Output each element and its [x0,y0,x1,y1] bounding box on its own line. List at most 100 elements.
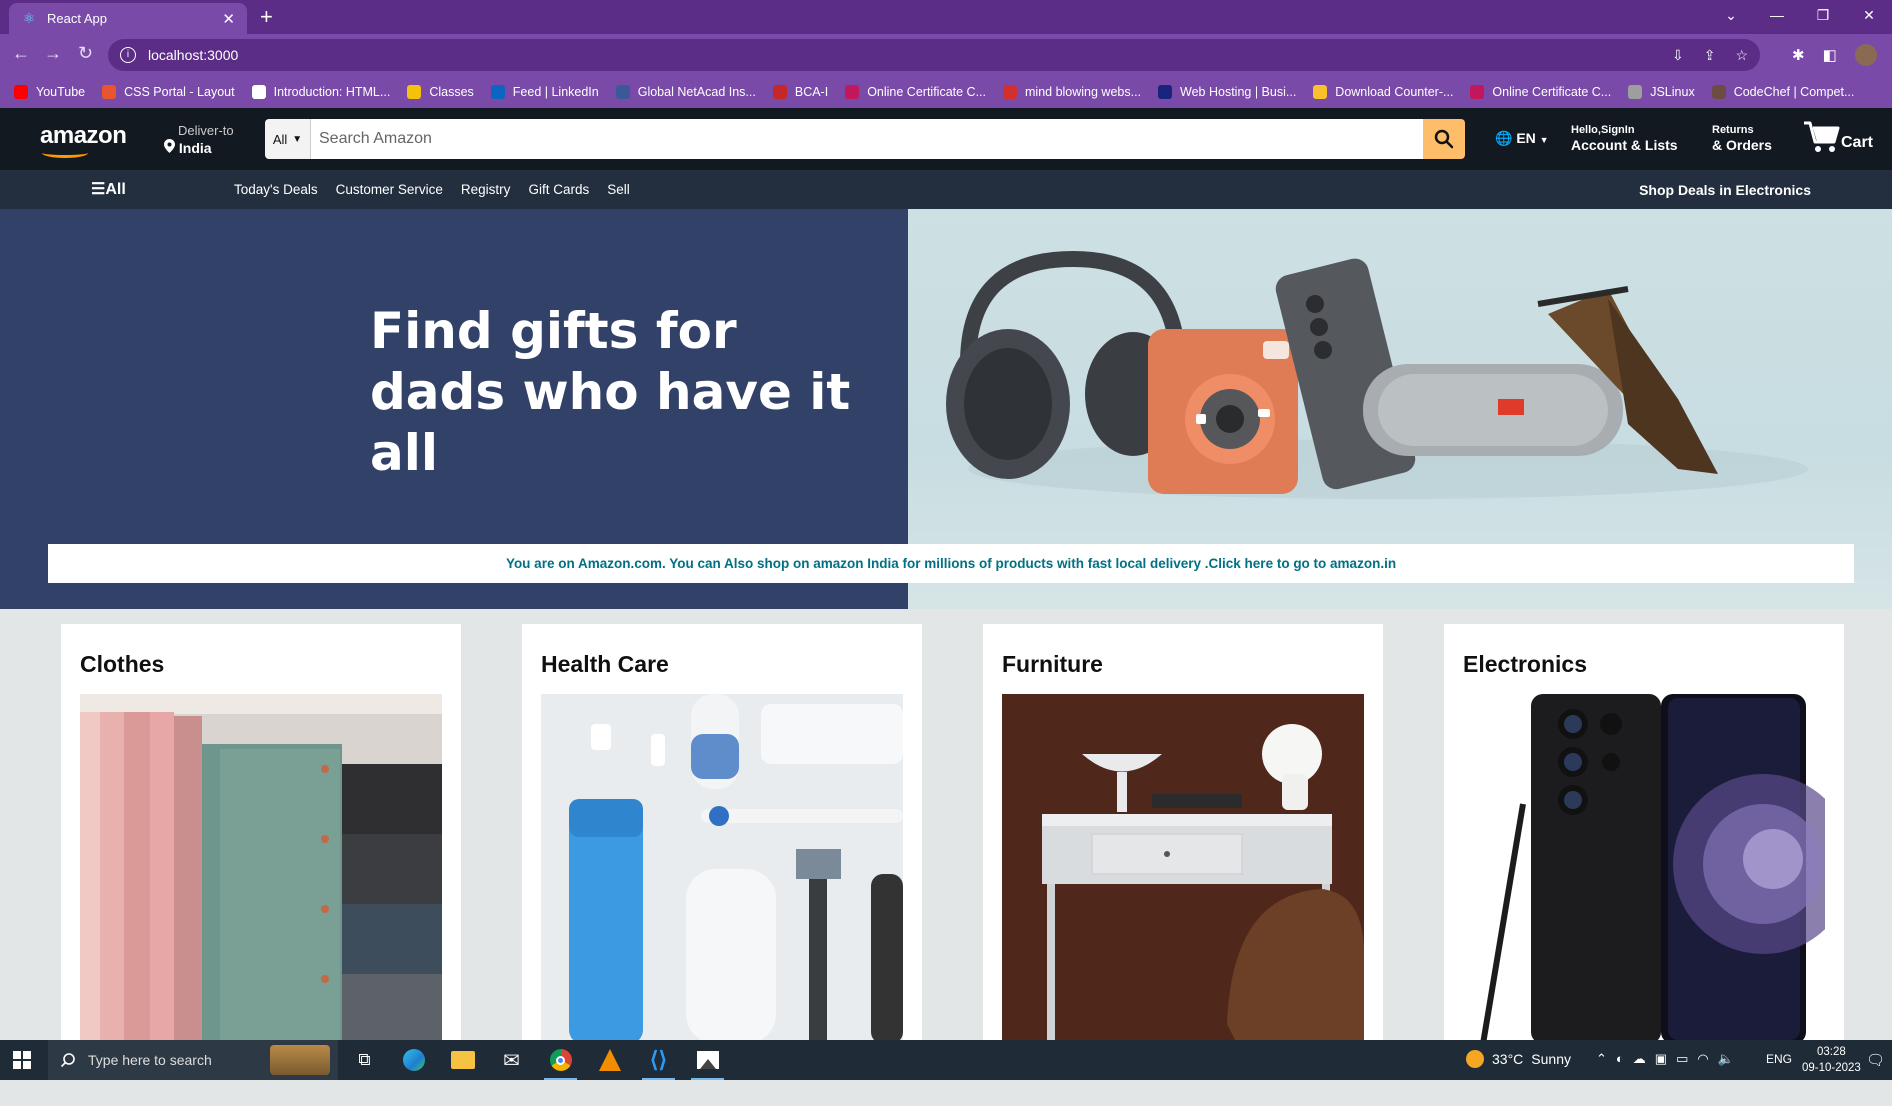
bookmark-favicon-icon [1470,85,1485,99]
volume-icon[interactable]: 🔈 [1718,1051,1734,1067]
category-card-health-care[interactable]: Health Care [522,624,922,1044]
subnav-link[interactable]: Gift Cards [528,182,589,197]
bookmark-item[interactable]: BCA-I [772,85,828,99]
wifi-icon[interactable]: ◠ [1697,1051,1708,1067]
windows-start-button[interactable] [13,1051,31,1074]
site-info-icon[interactable]: i [120,47,136,63]
vlc-icon[interactable] [585,1040,634,1080]
category-card-electronics[interactable]: Electronics [1444,624,1844,1044]
forward-icon[interactable]: → [44,43,62,64]
tray-onedrive-icon[interactable]: ☁ [1633,1051,1646,1067]
battery-icon[interactable]: ▭ [1676,1051,1688,1067]
shop-deals-link[interactable]: Shop Deals in Electronics [1639,182,1811,198]
task-view-icon[interactable]: ⧉ [340,1040,389,1080]
furniture-image [1002,694,1364,1044]
returns-and-orders[interactable]: Returns & Orders [1712,123,1772,153]
taskbar-search-field[interactable]: Type here to search [48,1040,338,1080]
bookmark-item[interactable]: YouTube [14,85,85,99]
deliver-country: India [178,140,212,156]
restore-button[interactable]: ❐ [1800,0,1846,34]
profile-avatar[interactable] [1854,44,1877,66]
sun-icon [1466,1050,1484,1068]
bookmark-item[interactable]: CodeChef | Compet... [1711,85,1854,99]
search-category-select[interactable]: All ▼ [265,119,311,159]
hero-banner[interactable]: Find gifts for dads who have it all You … [0,209,1892,609]
photos-icon[interactable] [683,1040,732,1080]
weather-widget[interactable]: 33°C Sunny [1466,1050,1571,1068]
tray-display-icon[interactable]: ▣ [1655,1051,1667,1067]
subnav-link[interactable]: Sell [607,182,630,197]
file-explorer-icon[interactable] [438,1040,487,1080]
bookmark-item[interactable]: Download Counter-... [1313,85,1453,99]
bookmark-item[interactable]: Online Certificate C... [845,85,986,99]
bookmark-item[interactable]: CSS Portal - Layout [102,85,235,99]
bookmark-star-icon[interactable]: ☆ [1735,47,1748,64]
vscode-icon[interactable]: ⟨⟩ [634,1040,683,1080]
bookmark-item[interactable]: Global NetAcad Ins... [615,85,756,99]
account-and-lists[interactable]: Hello,SignIn Account & Lists [1571,123,1678,153]
reload-icon[interactable]: ↻ [78,43,93,64]
edge-browser-icon[interactable] [389,1040,438,1080]
cart-label: Cart [1841,134,1874,151]
back-icon[interactable]: ← [12,43,30,64]
subnav-link[interactable]: Customer Service [336,182,443,197]
minimize-button[interactable]: — [1754,0,1800,34]
weather-condition: Sunny [1531,1051,1571,1067]
language-selector[interactable]: 🌐 EN ▼ [1495,130,1549,147]
close-window-button[interactable]: ✕ [1846,0,1892,34]
returns-label: Returns [1712,124,1754,136]
deliver-label: Deliver-to [178,123,234,138]
bookmark-label: Online Certificate C... [867,85,986,99]
amazon-logo[interactable]: amazon [40,122,127,150]
chevron-down-icon: ▼ [292,133,303,145]
subnav-link[interactable]: Registry [461,182,511,197]
tray-chevron-up-icon[interactable]: ⌃ [1596,1051,1607,1067]
install-icon[interactable]: ⇩ [1672,47,1684,64]
tab-search-icon[interactable]: ⌄ [1708,0,1754,34]
jbl-speaker-image [1363,364,1623,456]
screen: ⚛ React App ✕ + ⌄ — ❐ ✕ ← → ↻ i localhos… [0,0,1892,1106]
share-icon[interactable]: ⇪ [1704,47,1716,64]
new-tab-button[interactable]: + [260,4,273,30]
bookmark-favicon-icon [1313,85,1328,99]
search-input[interactable] [311,119,1423,159]
amazon-india-notice[interactable]: You are on Amazon.com. You can Also shop… [48,544,1854,583]
extensions-puzzle-icon[interactable]: ✱ [1792,46,1805,64]
browser-tab[interactable]: ⚛ React App ✕ [9,3,247,34]
bookmark-item[interactable]: Introduction: HTML... [251,85,390,99]
windows-logo-icon [13,1051,31,1069]
bookmark-item[interactable]: Online Certificate C... [1470,85,1611,99]
side-panel-icon[interactable]: ◧ [1823,46,1837,64]
subnav-link[interactable]: Today's Deals [234,182,318,197]
bookmark-label: JSLinux [1650,85,1695,99]
subnav-links: Today's Deals Customer Service Registry Gif… [234,182,630,197]
language-label: EN [1516,130,1536,146]
bookmark-favicon-icon [251,85,266,99]
hero-title-line2: dads who have it all [370,363,851,482]
bookmark-item[interactable]: Web Hosting | Busi... [1158,85,1296,99]
cart-button[interactable]: Cart [1803,120,1873,154]
notification-icon[interactable]: 🗨 [1866,1051,1885,1069]
search-button[interactable] [1423,119,1465,159]
bookmark-item[interactable]: mind blowing webs... [1003,85,1141,99]
url-field[interactable]: i localhost:3000 ⇩ ⇪ ☆ [108,39,1760,71]
taskbar-clock[interactable]: 03:28 09-10-2023 [1802,1044,1861,1076]
tray-app-icon[interactable]: ◐ [1616,1051,1624,1067]
bookmark-label: Web Hosting | Busi... [1180,85,1297,99]
input-language[interactable]: ENG [1766,1052,1792,1066]
bookmark-label: mind blowing webs... [1025,85,1142,99]
bookmark-item[interactable]: Feed | LinkedIn [490,85,599,99]
bookmark-item[interactable]: JSLinux [1628,85,1695,99]
chrome-icon[interactable] [536,1040,585,1080]
tab-close-icon[interactable]: ✕ [222,10,235,28]
deliver-to[interactable]: Deliver-to India [164,123,234,156]
category-card-furniture[interactable]: Furniture [983,624,1383,1044]
category-card-clothes[interactable]: Clothes [61,624,461,1044]
bookmark-label: Download Counter-... [1335,85,1454,99]
browser-extensions: ✱ ◧ [1782,39,1892,71]
amazon-subnav: ☰All Today's Deals Customer Service Regist… [0,170,1892,209]
bookmark-item[interactable]: Classes [407,85,474,99]
weather-temperature: 33°C [1492,1051,1524,1067]
mail-icon[interactable]: ✉ [487,1040,536,1080]
all-menu-button[interactable]: ☰All [91,179,126,199]
